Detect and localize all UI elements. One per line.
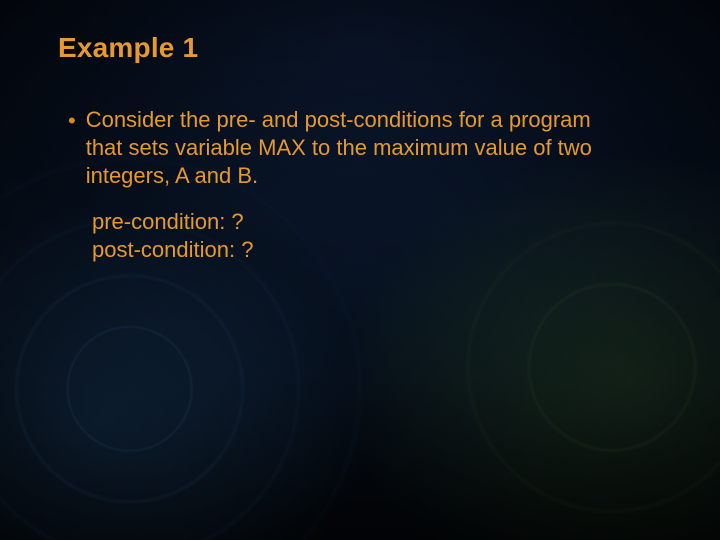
bullet-icon: • — [68, 107, 76, 135]
slide-content: Example 1 • Consider the pre- and post-c… — [0, 0, 720, 264]
bullet-item: • Consider the pre- and post-conditions … — [68, 106, 662, 190]
post-condition-line: post-condition: ? — [92, 236, 662, 264]
conditions-block: pre-condition: ? post-condition: ? — [92, 208, 662, 264]
slide-title: Example 1 — [58, 32, 662, 64]
pre-condition-line: pre-condition: ? — [92, 208, 662, 236]
bullet-text: Consider the pre- and post-conditions fo… — [86, 106, 616, 190]
